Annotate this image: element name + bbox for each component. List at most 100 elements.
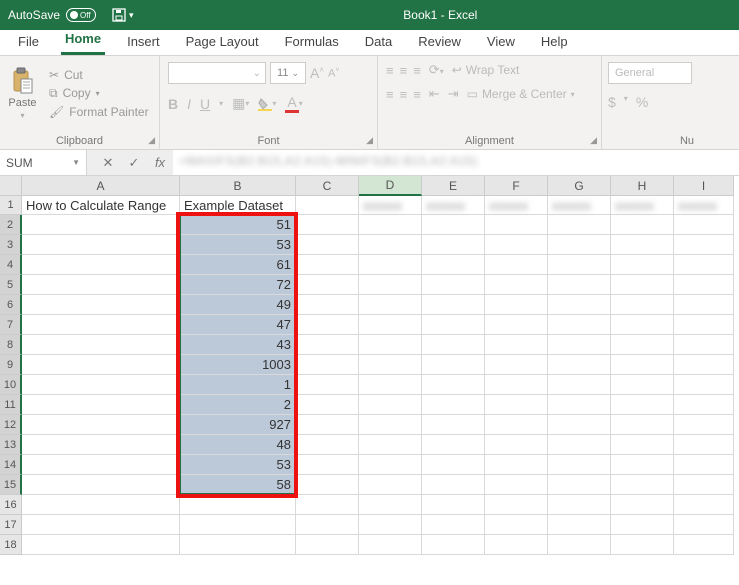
col-head-H[interactable]: H — [611, 176, 674, 196]
cell-F4[interactable] — [485, 255, 548, 275]
cell-A3[interactable] — [22, 235, 180, 255]
cell-H11[interactable] — [611, 395, 674, 415]
cell-G8[interactable] — [548, 335, 611, 355]
cell-F1[interactable]: xxxxxx — [485, 196, 548, 215]
cell-F12[interactable] — [485, 415, 548, 435]
row-head-9[interactable]: 9 — [0, 355, 22, 375]
cell-G14[interactable] — [548, 455, 611, 475]
underline-button[interactable]: U — [200, 96, 210, 112]
row-head-8[interactable]: 8 — [0, 335, 22, 355]
cell-B9[interactable]: 1003 — [180, 355, 296, 375]
cell-I3[interactable] — [674, 235, 734, 255]
font-launcher-icon[interactable]: ◢ — [366, 135, 373, 146]
cell-C3[interactable] — [296, 235, 359, 255]
row-head-12[interactable]: 12 — [0, 415, 22, 435]
align-right-button[interactable]: ≡ — [413, 87, 421, 102]
row-head-7[interactable]: 7 — [0, 315, 22, 335]
cell-C5[interactable] — [296, 275, 359, 295]
align-middle-button[interactable]: ≡ — [400, 63, 408, 78]
tab-formulas[interactable]: Formulas — [281, 30, 343, 55]
cell-H1[interactable]: xxxxxx — [611, 196, 674, 215]
cell-G17[interactable] — [548, 515, 611, 535]
tab-page-layout[interactable]: Page Layout — [182, 30, 263, 55]
row-head-15[interactable]: 15 — [0, 475, 22, 495]
cut-button[interactable]: ✂Cut — [49, 68, 159, 82]
cell-A9[interactable] — [22, 355, 180, 375]
chevron-down-icon[interactable]: ▼ — [72, 158, 80, 167]
cell-B4[interactable]: 61 — [180, 255, 296, 275]
cell-H12[interactable] — [611, 415, 674, 435]
cell-H6[interactable] — [611, 295, 674, 315]
align-bottom-button[interactable]: ≡ — [413, 63, 421, 78]
cell-I15[interactable] — [674, 475, 734, 495]
cell-I18[interactable] — [674, 535, 734, 555]
cell-E1[interactable]: xxxxxx — [422, 196, 485, 215]
cell-H9[interactable] — [611, 355, 674, 375]
cell-H13[interactable] — [611, 435, 674, 455]
cell-F6[interactable] — [485, 295, 548, 315]
cell-D14[interactable] — [359, 455, 422, 475]
tab-data[interactable]: Data — [361, 30, 396, 55]
cell-H7[interactable] — [611, 315, 674, 335]
accept-formula-button[interactable]: ✓ — [121, 155, 147, 171]
cell-E10[interactable] — [422, 375, 485, 395]
cell-F11[interactable] — [485, 395, 548, 415]
font-size-select[interactable]: 11⌄ — [270, 62, 306, 84]
row-head-2[interactable]: 2 — [0, 215, 22, 235]
cell-B13[interactable]: 48 — [180, 435, 296, 455]
cell-B6[interactable]: 49 — [180, 295, 296, 315]
cell-D10[interactable] — [359, 375, 422, 395]
cell-I11[interactable] — [674, 395, 734, 415]
cell-A5[interactable] — [22, 275, 180, 295]
cell-H2[interactable] — [611, 215, 674, 235]
tab-view[interactable]: View — [483, 30, 519, 55]
cell-E15[interactable] — [422, 475, 485, 495]
cell-B5[interactable]: 72 — [180, 275, 296, 295]
col-head-A[interactable]: A — [22, 176, 180, 196]
autosave-toggle[interactable]: Off — [66, 8, 96, 22]
cell-C17[interactable] — [296, 515, 359, 535]
cell-I13[interactable] — [674, 435, 734, 455]
cell-D2[interactable] — [359, 215, 422, 235]
cell-E12[interactable] — [422, 415, 485, 435]
bold-button[interactable]: B — [168, 96, 178, 112]
col-head-B[interactable]: B — [180, 176, 296, 196]
cell-A8[interactable] — [22, 335, 180, 355]
col-head-E[interactable]: E — [422, 176, 485, 196]
align-top-button[interactable]: ≡ — [386, 63, 394, 78]
cell-I7[interactable] — [674, 315, 734, 335]
cell-E7[interactable] — [422, 315, 485, 335]
col-head-D[interactable]: D — [359, 176, 422, 196]
chevron-down-icon[interactable]: ▾ — [624, 94, 628, 110]
cell-G10[interactable] — [548, 375, 611, 395]
save-dropdown-icon[interactable]: ▾ — [129, 10, 134, 21]
shrink-font-button[interactable]: A˅ — [328, 67, 339, 80]
tab-insert[interactable]: Insert — [123, 30, 164, 55]
cell-D5[interactable] — [359, 275, 422, 295]
cell-D15[interactable] — [359, 475, 422, 495]
cell-F3[interactable] — [485, 235, 548, 255]
cell-H16[interactable] — [611, 495, 674, 515]
cell-F10[interactable] — [485, 375, 548, 395]
cell-F9[interactable] — [485, 355, 548, 375]
cell-D18[interactable] — [359, 535, 422, 555]
row-head-4[interactable]: 4 — [0, 255, 22, 275]
cell-H17[interactable] — [611, 515, 674, 535]
cell-A15[interactable] — [22, 475, 180, 495]
cell-G5[interactable] — [548, 275, 611, 295]
cell-C6[interactable] — [296, 295, 359, 315]
cell-B14[interactable]: 53 — [180, 455, 296, 475]
number-format-select[interactable]: General — [608, 62, 692, 84]
cell-G13[interactable] — [548, 435, 611, 455]
col-head-C[interactable]: C — [296, 176, 359, 196]
cell-D3[interactable] — [359, 235, 422, 255]
row-head-1[interactable]: 1 — [0, 196, 22, 215]
cell-B2[interactable]: 51 — [180, 215, 296, 235]
cell-E13[interactable] — [422, 435, 485, 455]
cell-C12[interactable] — [296, 415, 359, 435]
cell-A11[interactable] — [22, 395, 180, 415]
cell-B16[interactable] — [180, 495, 296, 515]
cell-C9[interactable] — [296, 355, 359, 375]
cell-I14[interactable] — [674, 455, 734, 475]
cell-G7[interactable] — [548, 315, 611, 335]
